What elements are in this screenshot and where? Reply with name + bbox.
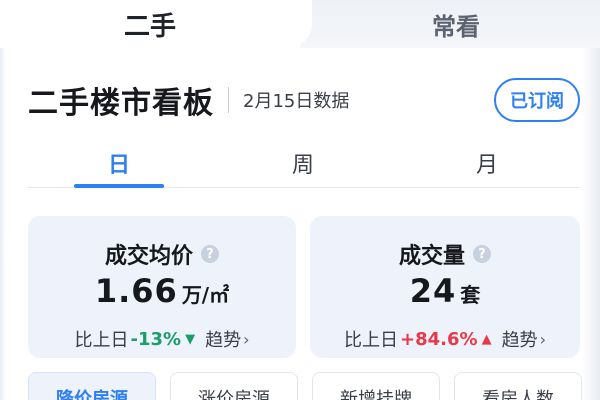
card-title: 成交均价	[104, 244, 193, 269]
tab-frequently-viewed[interactable]: 常看	[272, 0, 600, 48]
tab-month[interactable]: 月	[442, 140, 532, 186]
card-title: 成交量	[398, 244, 465, 269]
trend-link[interactable]: 趋势 ›	[205, 326, 249, 352]
chevron-right-icon: ›	[539, 329, 546, 349]
chip-new-listings[interactable]: 新增挂牌	[312, 372, 440, 400]
active-tab-indicator	[74, 184, 164, 188]
avg-price-card[interactable]: 成交均价 ? 1.66 万/㎡ 比上日 -13% ▼ 趋势 ›	[28, 216, 296, 358]
right-edge-shade	[582, 48, 600, 400]
data-date: 2月15日数据	[243, 91, 350, 112]
chevron-right-icon: ›	[243, 329, 250, 349]
chip-price-rise[interactable]: 涨价房源	[170, 372, 298, 400]
volume-unit: 套	[460, 283, 481, 307]
chip-viewers[interactable]: 看房人数	[454, 372, 582, 400]
trend-link[interactable]: 趋势 ›	[502, 326, 546, 352]
page-title: 二手楼市看板	[28, 86, 214, 121]
trend-label: 趋势	[205, 330, 242, 351]
chip-price-drop[interactable]: 降价房源	[28, 372, 156, 400]
triangle-down-icon: ▼	[185, 331, 196, 347]
triangle-up-icon: ▲	[481, 331, 492, 347]
volume-value: 24	[409, 272, 457, 310]
tab-day[interactable]: 日	[74, 140, 164, 186]
tab-second-hand[interactable]: 二手	[0, 0, 300, 48]
subscribe-button[interactable]: 已订阅	[494, 78, 580, 122]
change-percent: -13%	[130, 328, 182, 350]
avg-price-unit: 万/㎡	[181, 283, 230, 307]
trend-label: 趋势	[501, 330, 538, 351]
help-icon[interactable]: ?	[473, 245, 491, 263]
top-tab-bar: 常看 二手	[0, 0, 600, 48]
volume-card[interactable]: 成交量 ? 24 套 比上日 +84.6% ▲ 趋势 ›	[310, 216, 580, 358]
board-header: 二手楼市看板 2月15日数据	[28, 78, 349, 122]
title-divider	[228, 87, 229, 113]
compare-label: 比上日	[344, 330, 399, 351]
period-tab-bar: 日 周 月	[28, 140, 580, 188]
compare-label: 比上日	[74, 330, 129, 351]
avg-price-value: 1.66	[94, 272, 178, 310]
help-icon[interactable]: ?	[201, 245, 219, 263]
left-edge-shade	[0, 0, 6, 400]
change-percent: +84.6%	[400, 328, 478, 350]
tab-week[interactable]: 周	[258, 140, 348, 186]
